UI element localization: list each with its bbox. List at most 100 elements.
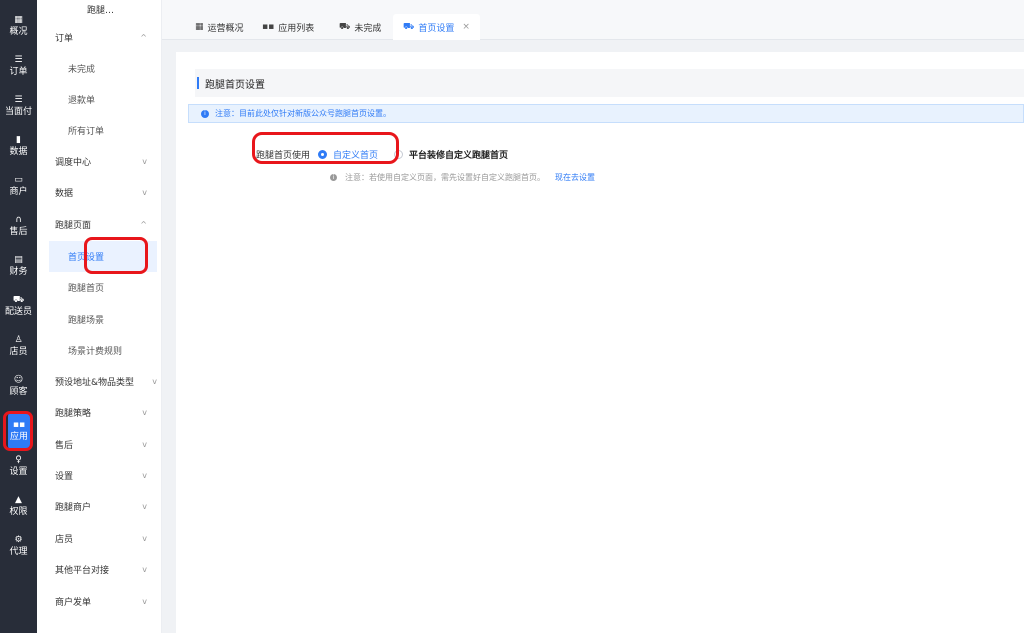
- menu-group-after-sales[interactable]: 售后 v: [37, 429, 162, 460]
- rail-label: 数据: [9, 146, 28, 157]
- chevron-down-icon: v: [142, 471, 147, 480]
- rail-item-settings[interactable]: ♀ 设置: [0, 446, 37, 486]
- menu-item-errand-home[interactable]: 跑腿首页: [37, 272, 162, 303]
- chevron-down-icon: v: [142, 534, 147, 543]
- menu-group-dispatch[interactable]: 调度中心 v: [37, 146, 162, 177]
- list-icon: ☰: [14, 54, 23, 65]
- rail-item-agents[interactable]: ⚙ 代理: [0, 526, 37, 566]
- menu-item-unfinished[interactable]: 未完成: [37, 53, 162, 84]
- menu-item-all-orders[interactable]: 所有订单: [37, 115, 162, 146]
- tab-app-list[interactable]: ▪▪ 应用列表: [262, 14, 314, 40]
- radio-platform-decorated-home[interactable]: 平台装修自定义跑腿首页: [394, 148, 508, 161]
- rail-item-merchant[interactable]: ▭ 商户: [0, 166, 37, 206]
- menu-label: 调度中心: [55, 158, 92, 168]
- chevron-down-icon: v: [142, 597, 147, 606]
- user-settings-icon: ♀: [15, 454, 22, 465]
- rail-label: 配送员: [4, 306, 32, 317]
- bar-chart-icon: ▮: [16, 134, 21, 145]
- section-title: 跑腿首页设置: [205, 79, 265, 91]
- tab-label: 首页设置: [418, 23, 455, 34]
- secondary-menu: 跑腿… 订单 ^ 未完成 退款单 所有订单 调度中心 v 数据 v 跑腿页面 ^…: [37, 0, 162, 633]
- highlight-box-apps: [3, 411, 33, 451]
- dashboard-icon: ▦: [14, 14, 23, 25]
- gear-icon: ⚙: [14, 534, 23, 545]
- rail-item-permissions[interactable]: ▲ 权限: [0, 486, 37, 526]
- rail-label: 店员: [9, 346, 28, 357]
- chevron-up-icon: ^: [140, 33, 147, 42]
- menu-label: 其他平台对接: [55, 566, 110, 576]
- menu-label: 跑腿页面: [55, 221, 92, 231]
- tab-bar: ▦ 运营概况 ▪▪ 应用列表 ⛟ 未完成 ⛟ 首页设置 ×: [162, 0, 1024, 40]
- menu-group-staff[interactable]: 店员 v: [37, 523, 162, 554]
- scooter-icon: ⛟: [12, 294, 25, 305]
- tab-unfinished[interactable]: ⛟ 未完成: [339, 14, 381, 40]
- info-icon: i: [330, 174, 337, 181]
- chevron-down-icon: v: [142, 408, 147, 417]
- menu-group-data[interactable]: 数据 v: [37, 177, 162, 208]
- rail-item-customers[interactable]: ☺ 顾客: [0, 366, 37, 406]
- left-nav-rail: ▦ 概况 ☰ 订单 ☰ 当面付 ▮ 数据 ▭ 商户 ∩ 售后 ▤ 财务 ⛟ 配送…: [0, 0, 37, 633]
- rail-item-overview[interactable]: ▦ 概况: [0, 6, 37, 46]
- chevron-down-icon: v: [142, 502, 147, 511]
- menu-label: 场景计费规则: [68, 347, 123, 357]
- menu-group-other-platforms[interactable]: 其他平台对接 v: [37, 554, 162, 585]
- close-icon[interactable]: ×: [462, 22, 470, 32]
- menu-group-orders[interactable]: 订单 ^: [37, 22, 162, 53]
- wallet-icon: ▤: [14, 254, 23, 265]
- tab-home-settings[interactable]: ⛟ 首页设置 ×: [393, 14, 480, 40]
- highlight-box-home-settings: [84, 237, 148, 274]
- highlight-box-radio: [252, 132, 399, 164]
- list-icon: ☰: [14, 94, 23, 105]
- radio-label: 平台装修自定义跑腿首页: [409, 150, 509, 161]
- menu-label: 跑腿首页: [68, 284, 105, 294]
- rail-label: 当面付: [4, 106, 32, 117]
- menu-group-settings[interactable]: 设置 v: [37, 460, 162, 491]
- user-circle-icon: ☺: [13, 374, 24, 385]
- apps-grid-icon: ▪▪: [262, 22, 275, 32]
- rail-item-orders[interactable]: ☰ 订单: [0, 46, 37, 86]
- rail-item-staff[interactable]: ♙ 店员: [0, 326, 37, 366]
- menu-group-merchant-dispatch[interactable]: 商户发单 v: [37, 586, 162, 617]
- tab-operations-overview[interactable]: ▦ 运营概况: [195, 14, 244, 40]
- menu-label: 未完成: [68, 65, 96, 75]
- scooter-icon: ⛟: [403, 21, 415, 32]
- menu-item-errand-scenes[interactable]: 跑腿场景: [37, 304, 162, 335]
- menu-group-preset-address[interactable]: 预设地址&物品类型 v: [37, 366, 162, 397]
- rail-label: 概况: [9, 26, 28, 37]
- menu-item-refunds[interactable]: 退款单: [37, 84, 162, 115]
- menu-label: 店员: [55, 535, 74, 545]
- rail-item-after-sales[interactable]: ∩ 售后: [0, 206, 37, 246]
- dashboard-icon: ▦: [195, 22, 204, 32]
- menu-item-scene-pricing[interactable]: 场景计费规则: [37, 335, 162, 366]
- go-setup-link[interactable]: 现在去设置: [555, 172, 595, 183]
- rail-label: 设置: [9, 466, 28, 477]
- rail-item-couriers[interactable]: ⛟ 配送员: [0, 286, 37, 326]
- chevron-down-icon: v: [152, 377, 157, 386]
- rail-item-data[interactable]: ▮ 数据: [0, 126, 37, 166]
- headset-icon: ∩: [15, 214, 22, 225]
- menu-group-errand-pages[interactable]: 跑腿页面 ^: [37, 209, 162, 240]
- menu-title: 跑腿…: [87, 6, 115, 16]
- menu-group-strategy[interactable]: 跑腿策略 v: [37, 397, 162, 428]
- menu-label: 预设地址&物品类型: [55, 378, 135, 388]
- rail-label: 商户: [9, 186, 28, 197]
- notice-text: 注意：目前此处仅针对新版公众号跑腿首页设置。: [215, 109, 391, 118]
- rail-item-finance[interactable]: ▤ 财务: [0, 246, 37, 286]
- settings-card: 跑腿首页设置 i 注意：目前此处仅针对新版公众号跑腿首页设置。 跑腿首页使用 自…: [176, 52, 1024, 633]
- menu-label: 跑腿策略: [55, 409, 92, 419]
- rail-label: 代理: [9, 546, 28, 557]
- menu-label: 数据: [55, 189, 74, 199]
- menu-group-errand-merchants[interactable]: 跑腿商户 v: [37, 491, 162, 522]
- chevron-down-icon: v: [142, 188, 147, 197]
- rail-label: 权限: [9, 506, 28, 517]
- tab-label: 应用列表: [278, 23, 315, 34]
- chevron-down-icon: v: [142, 157, 147, 166]
- section-header: 跑腿首页设置: [195, 69, 1024, 97]
- rail-label: 财务: [9, 266, 28, 277]
- hint-row: i 注意：若使用自定义页面，需先设置好自定义跑腿首页。 现在去设置: [330, 172, 595, 183]
- chevron-down-icon: v: [142, 440, 147, 449]
- lock-icon: ▲: [15, 494, 22, 505]
- rail-item-face-pay[interactable]: ☰ 当面付: [0, 86, 37, 126]
- scooter-icon: ⛟: [339, 21, 351, 32]
- hint-text: 注意：若使用自定义页面，需先设置好自定义跑腿首页。: [345, 173, 545, 182]
